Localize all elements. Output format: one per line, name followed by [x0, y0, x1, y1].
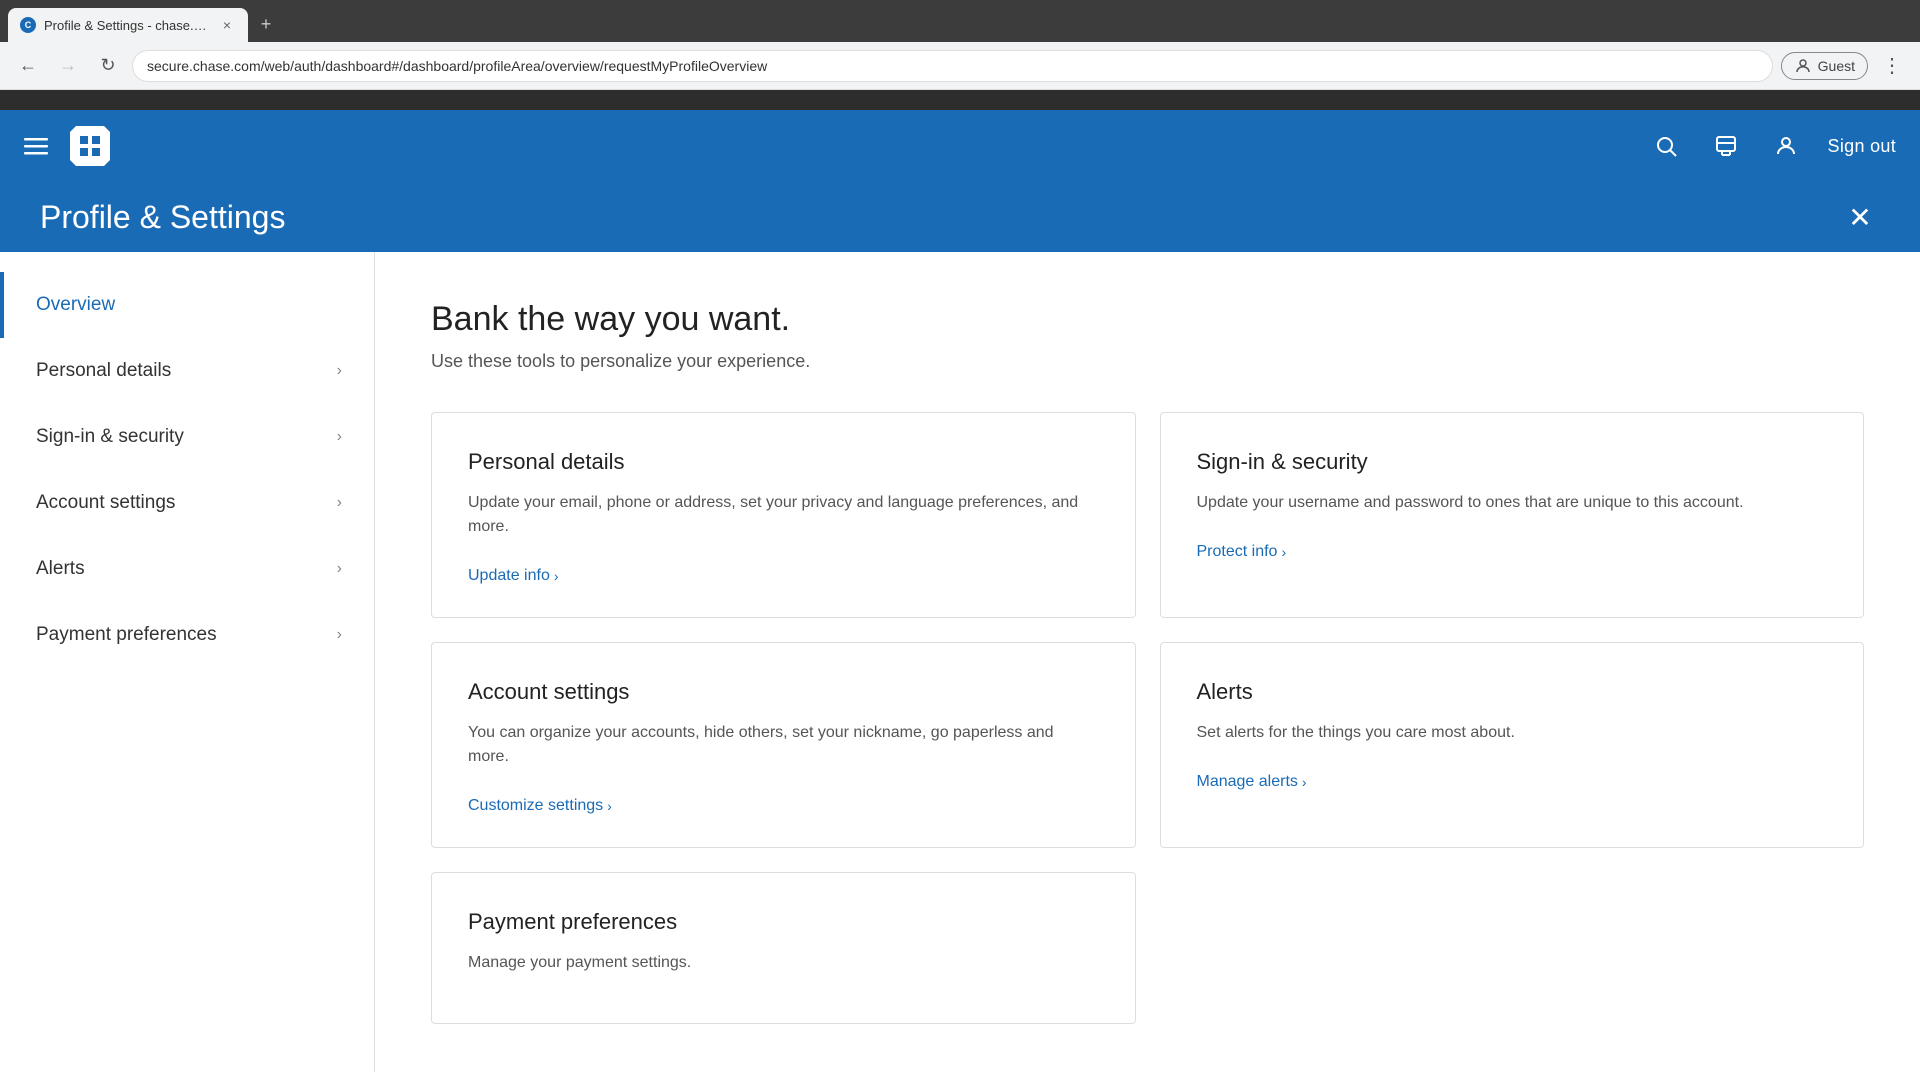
- protect-info-link-chevron: ›: [1281, 544, 1286, 560]
- search-button[interactable]: [1648, 128, 1684, 164]
- sign-in-security-card-title: Sign-in & security: [1197, 449, 1828, 475]
- customize-settings-link[interactable]: Customize settings ›: [468, 797, 1099, 815]
- sidebar-item-sign-in-security[interactable]: Sign-in & security ›: [0, 404, 374, 470]
- tab-close-button[interactable]: ×: [218, 16, 236, 34]
- chevron-icon: ›: [337, 362, 342, 380]
- sidebar: Overview Personal details › Sign-in & se…: [0, 252, 375, 1072]
- new-tab-button[interactable]: +: [252, 10, 280, 38]
- manage-alerts-link-text: Manage alerts: [1197, 773, 1298, 791]
- account-settings-card: Account settings You can organize your a…: [431, 642, 1136, 848]
- page-title: Profile & Settings: [40, 199, 285, 236]
- chevron-icon: ›: [337, 626, 342, 644]
- sidebar-item-account-settings[interactable]: Account settings ›: [0, 470, 374, 536]
- hamburger-icon: [24, 134, 48, 158]
- payment-preferences-card: Payment preferences Manage your payment …: [431, 872, 1136, 1024]
- manage-alerts-link-chevron: ›: [1302, 774, 1307, 790]
- sign-out-button[interactable]: Sign out: [1828, 136, 1896, 157]
- sidebar-item-personal-details[interactable]: Personal details ›: [0, 338, 374, 404]
- sidebar-item-payment-preferences-label: Payment preferences: [36, 624, 217, 646]
- notifications-icon: [1714, 134, 1738, 158]
- search-icon: [1654, 134, 1678, 158]
- header-left: [24, 124, 112, 168]
- chevron-icon: ›: [337, 494, 342, 512]
- sidebar-item-overview[interactable]: Overview: [0, 272, 374, 338]
- sidebar-item-alerts[interactable]: Alerts ›: [0, 536, 374, 602]
- account-settings-card-title: Account settings: [468, 679, 1099, 705]
- browser-profile-button[interactable]: Guest: [1781, 52, 1868, 80]
- address-bar[interactable]: [132, 50, 1773, 82]
- hamburger-menu-button[interactable]: [24, 134, 48, 158]
- sign-in-security-card-description: Update your username and password to one…: [1197, 491, 1828, 515]
- chevron-icon: ›: [337, 428, 342, 446]
- update-info-link-chevron: ›: [554, 568, 559, 584]
- app-header: Sign out: [0, 110, 1920, 182]
- payment-preferences-card-description: Manage your payment settings.: [468, 951, 1099, 975]
- customize-settings-link-chevron: ›: [607, 798, 612, 814]
- account-settings-card-description: You can organize your accounts, hide oth…: [468, 721, 1099, 769]
- forward-button[interactable]: →: [52, 50, 84, 82]
- sidebar-item-alerts-label: Alerts: [36, 558, 85, 580]
- personal-details-card: Personal details Update your email, phon…: [431, 412, 1136, 618]
- sidebar-item-payment-preferences[interactable]: Payment preferences ›: [0, 602, 374, 668]
- sign-in-security-card: Sign-in & security Update your username …: [1160, 412, 1865, 618]
- sidebar-item-account-settings-label: Account settings: [36, 492, 175, 514]
- alerts-card-title: Alerts: [1197, 679, 1828, 705]
- account-icon: [1774, 134, 1798, 158]
- notifications-button[interactable]: [1708, 128, 1744, 164]
- sidebar-item-overview-label: Overview: [36, 294, 115, 316]
- page-header: Profile & Settings ✕: [0, 182, 1920, 252]
- back-button[interactable]: ←: [12, 50, 44, 82]
- personal-details-card-title: Personal details: [468, 449, 1099, 475]
- main-layout: Overview Personal details › Sign-in & se…: [0, 252, 1920, 1072]
- chevron-icon: ›: [337, 560, 342, 578]
- content-area: Bank the way you want. Use these tools t…: [375, 252, 1920, 1072]
- tab-title: Profile & Settings - chase.com: [44, 18, 210, 33]
- browser-menu-button[interactable]: ⋮: [1876, 50, 1908, 82]
- alerts-card-description: Set alerts for the things you care most …: [1197, 721, 1828, 745]
- active-tab[interactable]: C Profile & Settings - chase.com ×: [8, 8, 248, 42]
- tab-favicon: C: [20, 17, 36, 33]
- profile-icon: [1794, 57, 1812, 75]
- manage-alerts-link[interactable]: Manage alerts ›: [1197, 773, 1828, 791]
- protect-info-link[interactable]: Protect info ›: [1197, 543, 1828, 561]
- payment-preferences-card-title: Payment preferences: [468, 909, 1099, 935]
- protect-info-link-text: Protect info: [1197, 543, 1278, 561]
- browser-profile-label: Guest: [1818, 58, 1855, 74]
- update-info-link[interactable]: Update info ›: [468, 567, 1099, 585]
- sidebar-item-sign-in-security-label: Sign-in & security: [36, 426, 184, 448]
- personal-details-card-description: Update your email, phone or address, set…: [468, 491, 1099, 539]
- alerts-card: Alerts Set alerts for the things you car…: [1160, 642, 1865, 848]
- chase-logo-svg: [68, 124, 112, 168]
- content-heading: Bank the way you want.: [431, 300, 1864, 339]
- content-subheading: Use these tools to personalize your expe…: [431, 351, 1864, 372]
- customize-settings-link-text: Customize settings: [468, 797, 603, 815]
- chase-logo[interactable]: [68, 124, 112, 168]
- update-info-link-text: Update info: [468, 567, 550, 585]
- cards-grid: Personal details Update your email, phon…: [431, 412, 1864, 1024]
- reload-button[interactable]: ↻: [92, 50, 124, 82]
- header-right: Sign out: [1648, 128, 1896, 164]
- page-close-button[interactable]: ✕: [1840, 197, 1880, 237]
- sidebar-item-personal-details-label: Personal details: [36, 360, 171, 382]
- account-button[interactable]: [1768, 128, 1804, 164]
